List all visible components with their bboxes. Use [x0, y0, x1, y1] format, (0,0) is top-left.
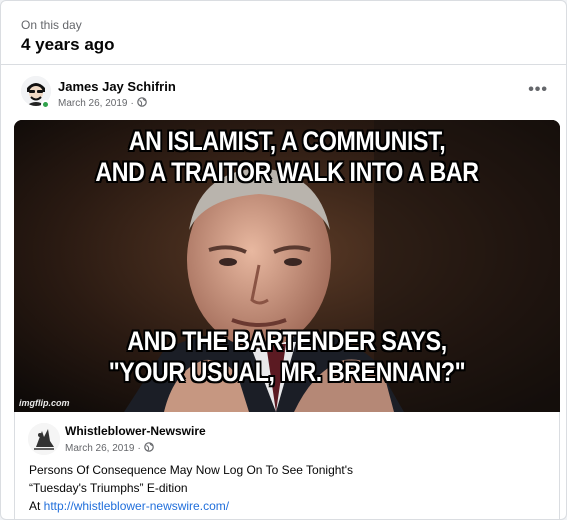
online-status-indicator [41, 100, 50, 109]
meme-top-caption: AN ISLAMIST, A COMMUNIST, AND A TRAITOR … [52, 126, 522, 188]
website-link[interactable]: http://whistleblower-newswire.com/ [44, 499, 229, 513]
globe-icon [137, 97, 147, 110]
memory-title: 4 years ago [21, 35, 115, 54]
whistleblower-logo-icon [28, 423, 60, 455]
globe-icon [144, 442, 154, 455]
post-date[interactable]: March 26, 2019 [58, 98, 128, 109]
meta-separator: · [130, 98, 134, 109]
meme-watermark: imgflip.com [19, 398, 70, 408]
shared-text-line-3: At http://whistleblower-newswire.com/ [29, 497, 549, 515]
shared-text-line-1: Persons Of Consequence May Now Log On To… [29, 463, 354, 477]
memory-header: On this day 4 years ago [1, 1, 566, 65]
shared-post-date[interactable]: March 26, 2019 [65, 443, 135, 454]
shared-post: Whistleblower-Newswire March 26, 2019 · … [14, 412, 560, 519]
more-options-button[interactable]: ••• [528, 81, 548, 99]
shared-text-prefix: At [29, 499, 44, 513]
meme-bottom-line-1: AND THE BARTENDER SAYS, [127, 326, 447, 356]
shared-post-text: Persons Of Consequence May Now Log On To… [29, 461, 549, 515]
post-author-name[interactable]: James Jay Schifrin [58, 79, 176, 94]
shared-author-name[interactable]: Whistleblower-Newswire [65, 424, 206, 438]
memory-label: On this day [21, 18, 82, 32]
meme-bottom-caption: AND THE BARTENDER SAYS, "YOUR USUAL, MR.… [52, 326, 522, 388]
meme-bottom-line-2: "YOUR USUAL, MR. BRENNAN?" [108, 357, 466, 387]
meme-top-line-1: AN ISLAMIST, A COMMUNIST, [128, 126, 446, 156]
post-meta: March 26, 2019 · [58, 97, 147, 110]
meme-top-line-2: AND A TRAITOR WALK INTO A BAR [95, 157, 479, 187]
memory-card: On this day 4 years ago James Jay Schifr… [0, 0, 567, 520]
shared-post-meta: March 26, 2019 · [65, 442, 154, 455]
post-header: James Jay Schifrin March 26, 2019 · ••• [1, 67, 566, 119]
shared-meta-separator: · [137, 443, 141, 454]
shared-author-avatar[interactable] [28, 423, 60, 455]
shared-text-line-2: “Tuesday's Triumphs” E-dition [29, 481, 188, 495]
meme-image[interactable]: AN ISLAMIST, A COMMUNIST, AND A TRAITOR … [14, 120, 560, 412]
